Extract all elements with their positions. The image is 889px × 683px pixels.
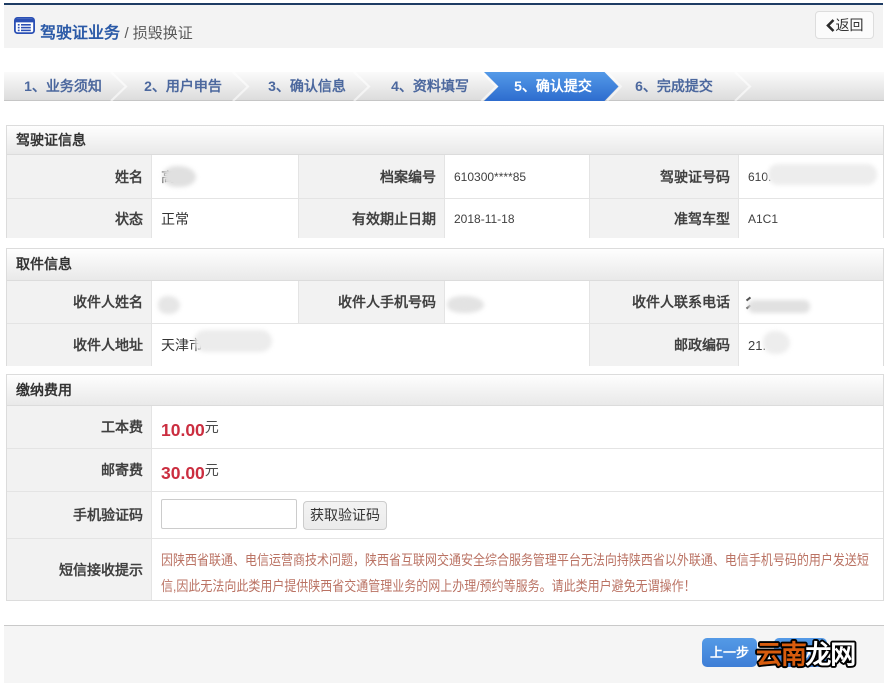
- svg-text:云南: 云南: [756, 640, 806, 670]
- svg-text:龙网: 龙网: [805, 640, 855, 670]
